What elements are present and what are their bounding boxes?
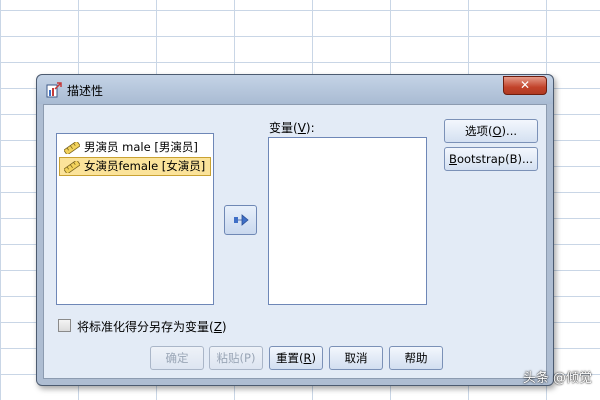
list-item-label: 男演员 male [男演员] [84, 140, 198, 154]
selected-variables-list[interactable] [268, 137, 427, 305]
move-to-variables-button[interactable] [224, 205, 257, 235]
descriptives-dialog: 描述性 ✕ 男演员 male [男演员] 女演员female [女演员] 变量(… [36, 74, 554, 386]
list-item-female[interactable]: 女演员female [女演员] [59, 157, 211, 176]
options-button[interactable]: 选项(O)... [444, 119, 538, 143]
cancel-button[interactable]: 取消 [329, 346, 383, 370]
variables-label: 变量(V): [269, 121, 315, 135]
save-standardized-label: 将标准化得分另存为变量(Z) [77, 320, 227, 334]
watermark: 头条 @倾觉 [522, 371, 592, 386]
scale-ruler-icon [63, 140, 81, 156]
help-button[interactable]: 帮助 [389, 346, 443, 370]
paste-button[interactable]: 粘贴(P) [209, 346, 263, 370]
ok-button[interactable]: 确定 [150, 346, 204, 370]
scale-ruler-icon [63, 159, 81, 175]
dialog-title: 描述性 [67, 84, 104, 98]
descriptives-app-icon [46, 82, 62, 98]
list-item-label: 女演员female [女演员] [84, 159, 206, 173]
reset-button[interactable]: 重置(R) [269, 346, 323, 370]
list-item-male[interactable]: 男演员 male [男演员] [59, 138, 211, 157]
close-icon: ✕ [519, 78, 531, 92]
title-bar[interactable]: 描述性 ✕ [37, 75, 553, 104]
save-standardized-checkbox[interactable] [58, 319, 71, 332]
dialog-body: 男演员 male [男演员] 女演员female [女演员] 变量(V): 选项… [43, 104, 547, 379]
bootstrap-button[interactable]: Bootstrap(B)... [444, 147, 538, 171]
close-button[interactable]: ✕ [503, 76, 547, 95]
source-variable-list[interactable]: 男演员 male [男演员] 女演员female [女演员] [56, 133, 214, 305]
arrow-right-icon [234, 214, 249, 226]
